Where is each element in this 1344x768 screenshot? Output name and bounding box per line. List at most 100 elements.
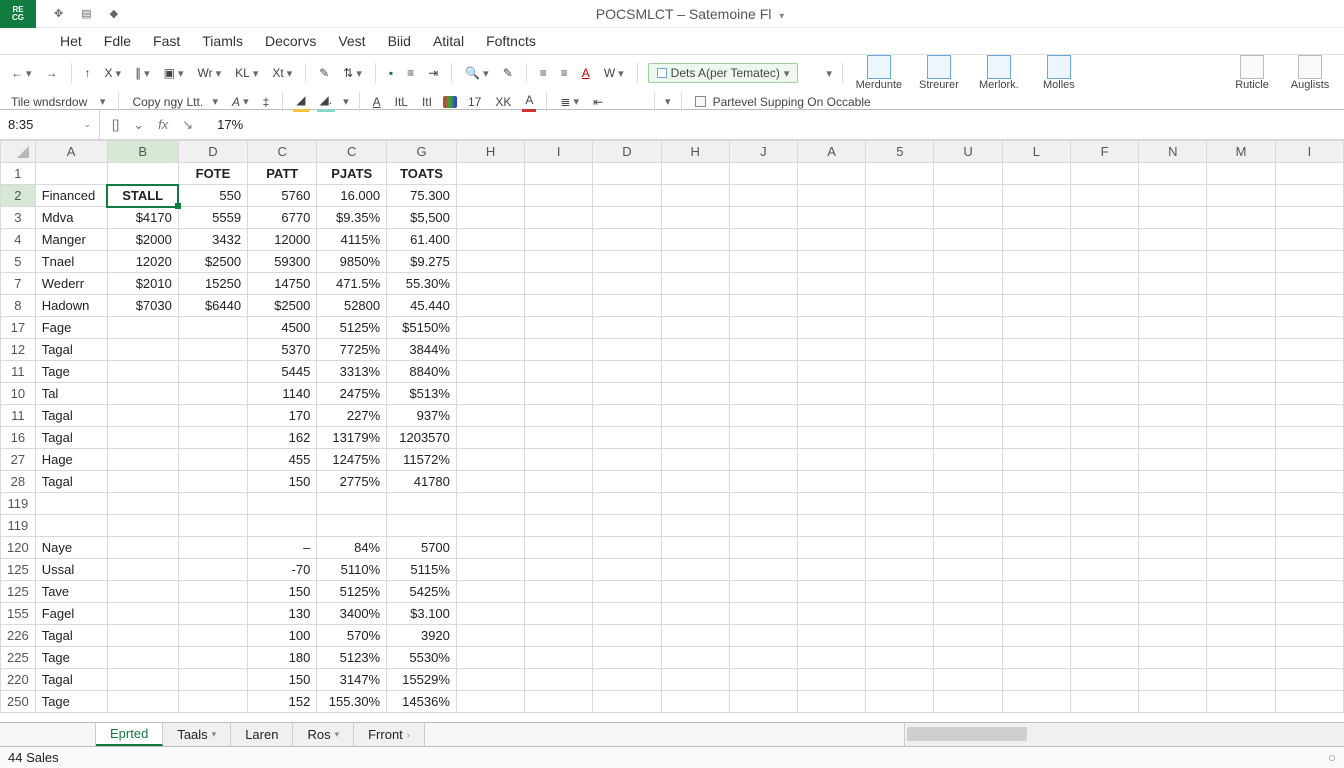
- cell[interactable]: [1139, 449, 1207, 471]
- cell[interactable]: 937%: [387, 405, 457, 427]
- cell[interactable]: [1070, 185, 1138, 207]
- row-header[interactable]: 226: [1, 625, 36, 647]
- cell[interactable]: [1207, 559, 1275, 581]
- cell[interactable]: [1002, 493, 1070, 515]
- nav-forward-icon[interactable]: →: [43, 64, 61, 82]
- cell[interactable]: [525, 449, 593, 471]
- cell[interactable]: [107, 427, 178, 449]
- cell[interactable]: Tave: [35, 581, 107, 603]
- bars-icon[interactable]: ∥ ▾: [132, 64, 153, 82]
- cell[interactable]: [593, 449, 661, 471]
- cell[interactable]: [661, 361, 729, 383]
- row-header[interactable]: 27: [1, 449, 36, 471]
- dets-dropdown[interactable]: Dets A(per Tematec) ▾: [648, 63, 799, 83]
- cell[interactable]: [525, 251, 593, 273]
- cell[interactable]: [456, 405, 524, 427]
- cell[interactable]: [1002, 383, 1070, 405]
- cell[interactable]: [593, 383, 661, 405]
- cell[interactable]: [593, 229, 661, 251]
- cell[interactable]: [593, 405, 661, 427]
- cell[interactable]: [593, 581, 661, 603]
- cell[interactable]: [1070, 537, 1138, 559]
- cell[interactable]: 12000: [248, 229, 317, 251]
- cell[interactable]: [107, 669, 178, 691]
- cell[interactable]: [1070, 163, 1138, 185]
- column-header[interactable]: J: [729, 141, 797, 163]
- cell[interactable]: [661, 625, 729, 647]
- cell[interactable]: [1139, 361, 1207, 383]
- cell[interactable]: 5115%: [387, 559, 457, 581]
- cell[interactable]: [1002, 449, 1070, 471]
- menu-foftncts[interactable]: Foftncts: [476, 31, 546, 51]
- cell[interactable]: [525, 691, 593, 713]
- cell[interactable]: [1070, 493, 1138, 515]
- cell[interactable]: [525, 603, 593, 625]
- cell[interactable]: $2500: [178, 251, 247, 273]
- menu-decorvs[interactable]: Decorvs: [255, 31, 326, 51]
- cell[interactable]: [525, 471, 593, 493]
- cell[interactable]: [593, 163, 661, 185]
- cell[interactable]: -70: [248, 559, 317, 581]
- cell[interactable]: [1275, 317, 1343, 339]
- big-streurer[interactable]: Streurer: [913, 55, 965, 91]
- cell[interactable]: [178, 669, 247, 691]
- cell[interactable]: [178, 581, 247, 603]
- cell[interactable]: [1275, 493, 1343, 515]
- w-dropdown[interactable]: W ▾: [601, 64, 627, 82]
- cell[interactable]: [593, 559, 661, 581]
- cell[interactable]: [107, 493, 178, 515]
- cell[interactable]: 100: [248, 625, 317, 647]
- strike-icon[interactable]: ‡: [260, 93, 273, 111]
- cell[interactable]: [1207, 317, 1275, 339]
- cell[interactable]: [866, 559, 934, 581]
- menu-biid[interactable]: Biid: [378, 31, 421, 51]
- cell[interactable]: 11572%: [387, 449, 457, 471]
- cell[interactable]: [456, 295, 524, 317]
- cell[interactable]: [456, 251, 524, 273]
- cell[interactable]: [866, 625, 934, 647]
- cell[interactable]: [1275, 361, 1343, 383]
- cell[interactable]: 5125%: [317, 581, 387, 603]
- cell[interactable]: 84%: [317, 537, 387, 559]
- cell[interactable]: [797, 317, 865, 339]
- sort-icon[interactable]: ⇅▾: [340, 64, 365, 82]
- row-header[interactable]: 119: [1, 493, 36, 515]
- cell[interactable]: [866, 581, 934, 603]
- cell[interactable]: [797, 669, 865, 691]
- cell[interactable]: [1002, 273, 1070, 295]
- cell[interactable]: Tage: [35, 691, 107, 713]
- copy-dropdown[interactable]: Copy ngy Ltt. ▾: [129, 93, 221, 111]
- sheet-tab[interactable]: Ros▾: [293, 723, 354, 746]
- green-square-icon[interactable]: ▪: [386, 64, 396, 82]
- cell[interactable]: 3400%: [317, 603, 387, 625]
- column-header[interactable]: 5: [866, 141, 934, 163]
- cell[interactable]: $3.100: [387, 603, 457, 625]
- sheet-tab[interactable]: Taals▾: [163, 723, 231, 746]
- row-header[interactable]: 119: [1, 515, 36, 537]
- cell[interactable]: [661, 559, 729, 581]
- cell[interactable]: [317, 515, 387, 537]
- column-header[interactable]: C: [248, 141, 317, 163]
- cell[interactable]: 5370: [248, 339, 317, 361]
- cell[interactable]: 570%: [317, 625, 387, 647]
- cell[interactable]: 4115%: [317, 229, 387, 251]
- cell[interactable]: [1139, 383, 1207, 405]
- cell[interactable]: [1070, 273, 1138, 295]
- cell[interactable]: [797, 515, 865, 537]
- cell[interactable]: [178, 449, 247, 471]
- cell[interactable]: [178, 537, 247, 559]
- cell[interactable]: [797, 427, 865, 449]
- cell[interactable]: [661, 691, 729, 713]
- cell[interactable]: [1207, 185, 1275, 207]
- border-color-icon[interactable]: ◢.: [317, 91, 336, 112]
- cell[interactable]: [934, 647, 1002, 669]
- cell[interactable]: [456, 559, 524, 581]
- cell[interactable]: [934, 691, 1002, 713]
- nav-back-icon[interactable]: ←▾: [8, 64, 35, 82]
- cell[interactable]: [456, 317, 524, 339]
- sheet-tab[interactable]: Frront›: [354, 723, 425, 746]
- cell[interactable]: [593, 625, 661, 647]
- fx-dropdown-icon[interactable]: ⌄: [133, 117, 144, 133]
- cell[interactable]: [729, 295, 797, 317]
- menu-het[interactable]: Het: [50, 31, 92, 51]
